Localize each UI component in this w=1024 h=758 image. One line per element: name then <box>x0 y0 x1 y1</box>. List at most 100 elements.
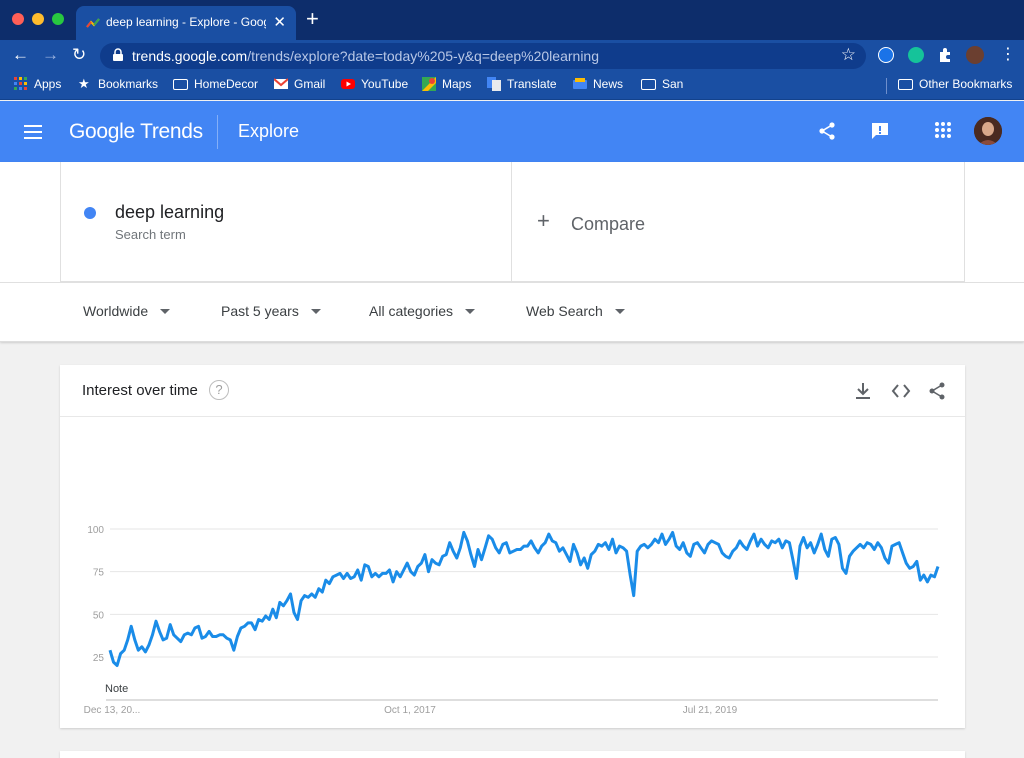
bookmark-bookmarks[interactable]: ★ Bookmarks <box>78 77 158 91</box>
bookmark-label: HomeDecor <box>194 77 259 91</box>
y-tick-label: 25 <box>93 653 105 664</box>
search-term[interactable]: deep learning <box>115 202 224 223</box>
add-icon: + <box>537 208 550 233</box>
gmail-icon <box>274 78 288 89</box>
filter-region[interactable]: Worldwide <box>83 303 171 319</box>
bookmarks-divider <box>886 78 887 94</box>
dropdown-arrow-icon <box>310 308 321 314</box>
account-avatar[interactable] <box>974 117 1002 145</box>
news-icon <box>573 78 587 89</box>
folder-icon <box>641 78 656 90</box>
bookmark-news[interactable]: News <box>573 77 623 91</box>
lock-icon <box>113 48 123 61</box>
embed-code-icon[interactable] <box>891 382 911 400</box>
extensions-puzzle-icon[interactable] <box>937 47 953 63</box>
bookmark-maps[interactable]: Maps <box>422 77 471 91</box>
filter-label: Web Search <box>526 303 603 319</box>
x-tick-label: Dec 13, 20... <box>84 705 141 716</box>
page-title: Explore <box>238 121 300 141</box>
bookmark-label: News <box>593 77 624 91</box>
bookmark-label: Gmail <box>294 77 326 91</box>
help-icon[interactable]: ? <box>209 380 229 400</box>
bookmark-label: Bookmarks <box>98 77 159 91</box>
logo-trends: Trends <box>140 120 203 143</box>
bookmark-homedecor[interactable]: HomeDecor <box>173 77 258 91</box>
filter-time-range[interactable]: Past 5 years <box>221 303 321 319</box>
minimize-window-button[interactable] <box>32 13 44 25</box>
bookmark-apps[interactable]: Apps <box>14 77 61 91</box>
header-divider <box>217 115 218 149</box>
star-icon: ★ <box>78 76 90 91</box>
back-arrow-icon[interactable]: ← <box>12 44 29 66</box>
bookmark-gmail[interactable]: Gmail <box>274 77 325 91</box>
chart-note[interactable]: Note <box>105 683 128 695</box>
browser-tab[interactable]: deep learning - Explore - Goog ✕ <box>76 6 296 40</box>
other-bookmarks[interactable]: Other Bookmarks <box>898 77 1012 91</box>
share-icon[interactable] <box>817 121 837 141</box>
bookmark-label: San <box>662 77 684 91</box>
bookmark-san[interactable]: San <box>641 77 683 91</box>
chrome-menu-icon[interactable]: ⋮ <box>1000 44 1016 66</box>
compare-label: Compare <box>571 214 646 234</box>
y-tick-label: 100 <box>87 525 104 536</box>
translate-icon <box>487 77 501 91</box>
bookmark-label: YouTube <box>361 77 409 91</box>
close-window-button[interactable] <box>12 13 24 25</box>
grammarly-icon[interactable] <box>908 47 924 63</box>
y-axis-ticks: 25 50 75 100 <box>87 525 104 664</box>
trends-header: Google Trends Explore <box>0 101 1024 162</box>
term-color-dot <box>84 207 96 219</box>
trends-favicon-icon <box>86 18 100 28</box>
panel-divider <box>0 282 1024 283</box>
folder-icon <box>173 78 188 90</box>
logo-google: Google <box>69 120 135 143</box>
extension-bookmark-icon[interactable] <box>878 47 894 63</box>
interest-chart[interactable]: 25 50 75 100 Note Dec 13, 20... Oct 1, 2017 J… <box>60 417 965 717</box>
search-term-box[interactable]: deep learning Search term <box>60 162 512 282</box>
apps-grid-icon <box>14 77 27 90</box>
compare-box[interactable]: + Compare <box>512 162 965 282</box>
dropdown-arrow-icon <box>465 308 476 314</box>
filter-search-type[interactable]: Web Search <box>526 303 625 319</box>
forward-arrow-icon[interactable]: → <box>42 44 59 66</box>
bookmark-label: Apps <box>34 77 62 91</box>
address-bar[interactable]: trends.google.com/trends/explore?date=to… <box>100 43 866 69</box>
filter-label: Worldwide <box>83 303 149 319</box>
feedback-icon[interactable] <box>870 121 890 141</box>
new-tab-button[interactable]: + <box>306 8 319 30</box>
series-line <box>108 530 940 667</box>
card-title: Interest over time <box>82 382 198 399</box>
maps-icon <box>422 77 436 91</box>
profile-avatar[interactable] <box>966 46 984 64</box>
interest-over-time-card: Interest over time ? 25 50 75 100 Note Dec … <box>60 365 965 728</box>
maximize-window-button[interactable] <box>52 13 64 25</box>
google-trends-logo[interactable]: Google Trends <box>69 120 203 144</box>
close-tab-icon[interactable]: ✕ <box>273 13 286 31</box>
bookmark-star-icon[interactable]: ☆ <box>841 45 856 65</box>
url-text: trends.google.com/trends/explore?date=to… <box>132 48 599 64</box>
share-icon[interactable] <box>928 382 946 400</box>
dropdown-arrow-icon <box>160 308 171 314</box>
bookmarks-bar: Apps ★ Bookmarks HomeDecor Gmail YouTube… <box>0 72 1024 100</box>
youtube-icon <box>341 79 355 89</box>
browser-toolbar: ← → ↻ trends.google.com/trends/explore?d… <box>0 40 1024 72</box>
reload-icon[interactable]: ↻ <box>72 44 86 66</box>
bookmark-label: Maps <box>442 77 472 91</box>
apps-grid-icon[interactable] <box>934 121 952 139</box>
menu-icon[interactable] <box>24 125 42 139</box>
dropdown-arrow-icon <box>614 308 625 314</box>
avatar-photo-icon <box>974 117 1002 145</box>
browser-tabstrip: deep learning - Explore - Goog ✕ + <box>0 0 1024 40</box>
search-term-sublabel: Search term <box>115 227 186 242</box>
filter-category[interactable]: All categories <box>369 303 476 319</box>
y-tick-label: 50 <box>93 610 105 621</box>
bookmark-translate[interactable]: Translate <box>487 77 557 91</box>
url-host: trends.google.com <box>132 48 248 64</box>
x-tick-label: Jul 21, 2019 <box>683 705 738 716</box>
bookmark-label: Translate <box>507 77 557 91</box>
search-panel: deep learning Search term + Compare Worl… <box>0 162 1024 342</box>
bookmark-youtube[interactable]: YouTube <box>341 77 408 91</box>
other-bookmarks-label: Other Bookmarks <box>919 77 1013 91</box>
download-icon[interactable] <box>855 382 871 400</box>
folder-icon <box>898 78 913 90</box>
